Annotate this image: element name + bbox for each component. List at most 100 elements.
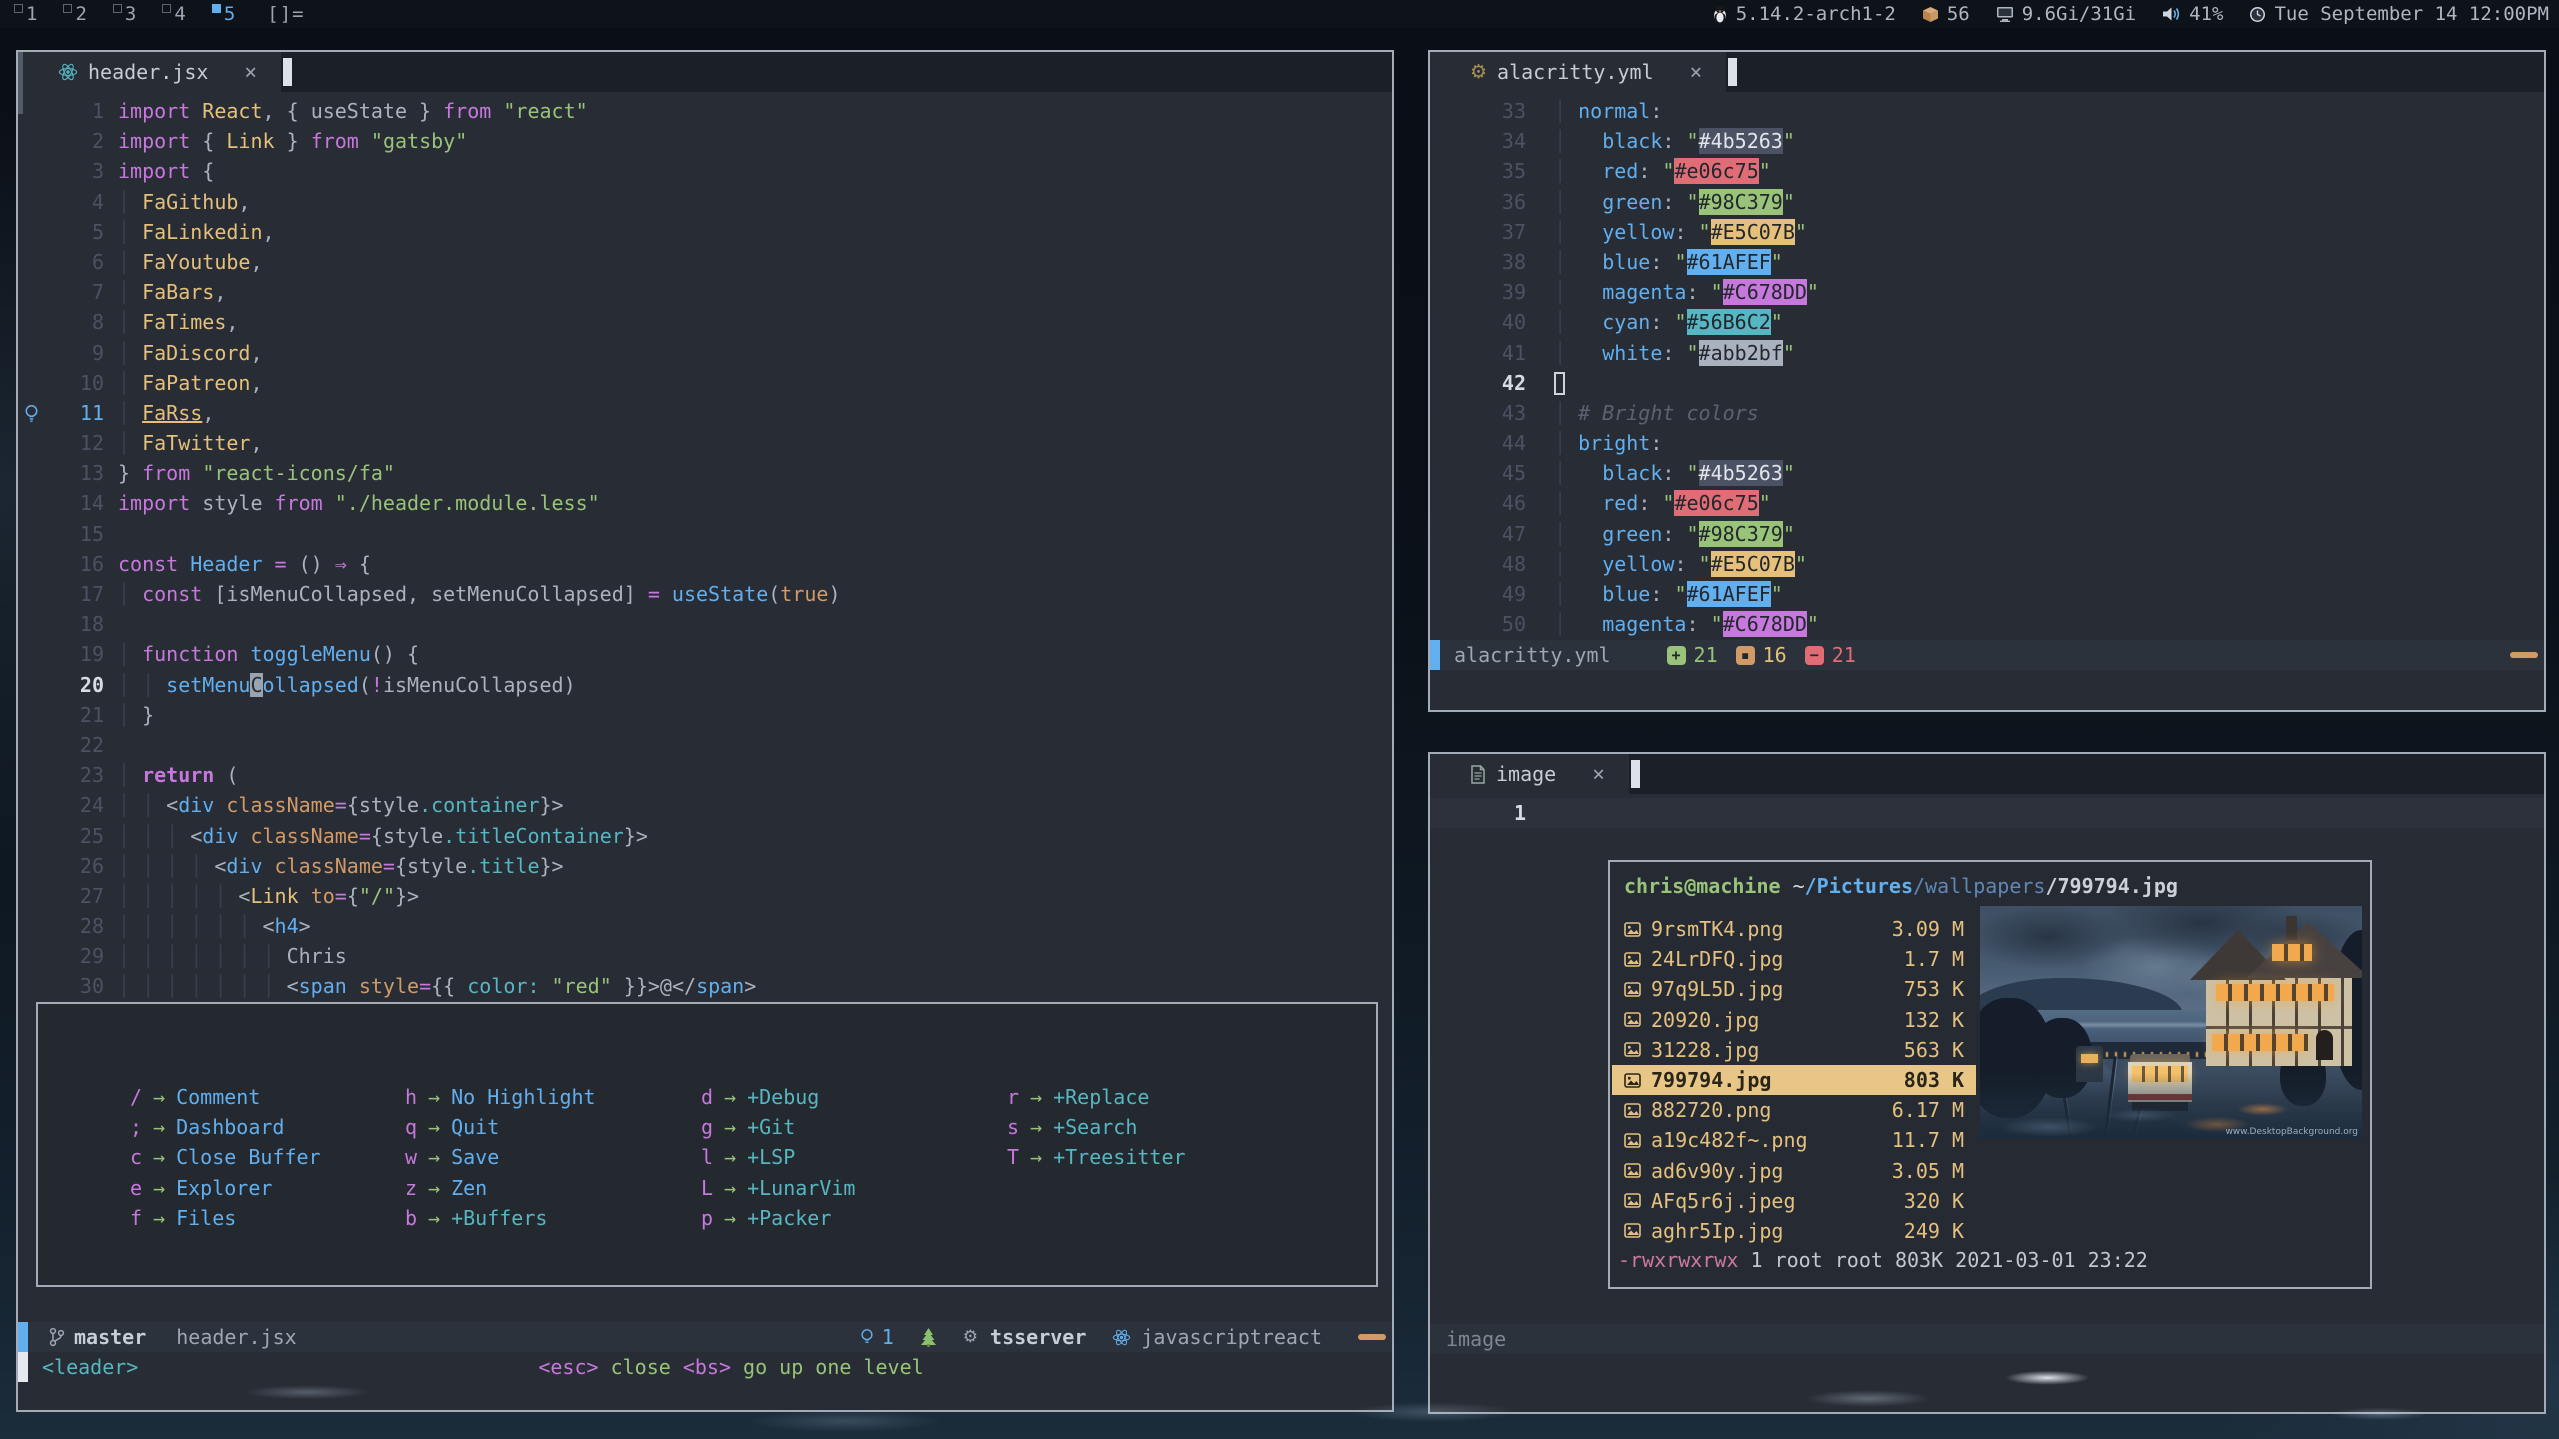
file-row[interactable]: ad6v90y.jpg 3.05 M — [1612, 1156, 1976, 1186]
code-line: 21 │ } — [18, 700, 1392, 730]
react-filetype-icon — [1112, 1328, 1131, 1347]
layout-indicator[interactable]: []= — [267, 3, 304, 25]
code-line: 11 │ FaRss, — [18, 398, 1392, 428]
arrow-icon: → — [713, 1115, 747, 1139]
code-text: │ yellow: "#E5C07B" — [1554, 549, 2544, 579]
which-key-binding[interactable]: g→+Git — [701, 1112, 855, 1142]
which-key-binding[interactable]: l→+LSP — [701, 1142, 855, 1172]
code-line: 38 │ blue: "#61AFEF" — [1430, 247, 2544, 277]
file-name: 31228.jpg — [1651, 1038, 1759, 1062]
memory-status: 9.6Gi/31Gi — [1996, 3, 2136, 25]
command-line[interactable]: <leader> <esc> close <bs> go up one leve… — [18, 1352, 1392, 1382]
file-row[interactable]: 97q9L5D.jpg 753 K — [1612, 974, 1976, 1004]
key-label: h — [405, 1085, 417, 1109]
tab-alacritty-yml[interactable]: ⚙ alacritty.yml × — [1430, 52, 1726, 92]
which-key-binding[interactable]: b→+Buffers — [405, 1203, 596, 1233]
workspace-button[interactable]: 4 — [162, 3, 187, 25]
key-label: w — [405, 1145, 417, 1169]
key-label: T — [1007, 1145, 1019, 1169]
package-icon — [1922, 6, 1939, 23]
line-number: 43 — [1430, 398, 1526, 428]
code-line: 28 │ │ │ │ │ │ <h4> — [18, 911, 1392, 941]
tab-header-jsx[interactable]: header.jsx × — [18, 52, 281, 92]
which-key-binding[interactable]: h→No Highlight — [405, 1082, 596, 1112]
file-row[interactable]: 799794.jpg 803 K — [1612, 1065, 1976, 1095]
close-icon[interactable]: × — [244, 60, 257, 84]
filetype-label: javascriptreact — [1141, 1325, 1322, 1349]
editor-window-alacritty: ⚙ alacritty.yml × 33 │ normal: 34 — [1428, 50, 2546, 712]
key-label: e — [130, 1176, 142, 1200]
code-buffer[interactable]: 33 │ normal: 34 │ black: "#4b5263" 35 │ … — [1430, 92, 2544, 639]
key-label: d — [701, 1085, 713, 1109]
key-label: g — [701, 1115, 713, 1139]
scroll-progress-indicator — [2510, 652, 2538, 658]
line-number: 48 — [1430, 549, 1526, 579]
git-branch-name[interactable]: master — [74, 1325, 146, 1349]
which-key-binding[interactable]: z→Zen — [405, 1173, 596, 1203]
diagnostic-hint-icon[interactable] — [860, 1328, 874, 1347]
lightbulb-icon[interactable] — [24, 404, 39, 424]
file-row[interactable]: aghr5Ip.jpg 249 K — [1612, 1216, 1976, 1246]
code-line: 50 │ magenta: "#C678DD" — [1430, 609, 2544, 639]
line-number: 45 — [1430, 458, 1526, 488]
package-count: 56 — [1947, 3, 1970, 25]
file-row[interactable]: AFq5r6j.jpeg 320 K — [1612, 1186, 1976, 1216]
code-line: 43 │ # Bright colors — [1430, 398, 2544, 428]
image-file-icon — [1624, 1012, 1641, 1027]
line-number: 49 — [1430, 579, 1526, 609]
file-row[interactable]: 882720.png 6.17 M — [1612, 1095, 1976, 1125]
workspace-button[interactable]: 5 — [212, 3, 237, 25]
which-key-binding[interactable]: w→Save — [405, 1142, 596, 1172]
which-key-binding[interactable]: d→+Debug — [701, 1082, 855, 1112]
close-icon[interactable]: × — [1592, 762, 1605, 786]
empty-buffer[interactable]: 1 — [1430, 794, 2544, 828]
workspace-button[interactable]: 3 — [113, 3, 138, 25]
code-buffer[interactable]: 1 import React, { useState } from "react… — [18, 92, 1392, 1002]
statusline-filename: image — [1446, 1327, 1506, 1351]
which-key-binding[interactable]: ;→Dashboard — [130, 1112, 321, 1142]
code-line: 10 │ FaPatreon, — [18, 368, 1392, 398]
file-row[interactable]: 20920.jpg 132 K — [1612, 1005, 1976, 1035]
code-line: 39 │ magenta: "#C678DD" — [1430, 277, 2544, 307]
code-text: │ red: "#e06c75" — [1554, 156, 2544, 186]
tabline: image × — [1430, 754, 2544, 794]
which-key-binding[interactable]: q→Quit — [405, 1112, 596, 1142]
git-changed-count: 16 — [1763, 643, 1787, 667]
which-key-binding[interactable]: e→Explorer — [130, 1173, 321, 1203]
git-added-icon: + — [1667, 646, 1686, 665]
file-row[interactable]: 31228.jpg 563 K — [1612, 1035, 1976, 1065]
file-size: 11.7 M — [1892, 1128, 1964, 1152]
which-key-binding[interactable]: p→+Packer — [701, 1203, 855, 1233]
which-key-binding[interactable]: r→+Replace — [1007, 1082, 1186, 1112]
tab-image[interactable]: image × — [1430, 754, 1629, 794]
which-key-binding[interactable]: /→Comment — [130, 1082, 321, 1112]
code-line: 27 │ │ │ │ │ <Link to={"/"}> — [18, 881, 1392, 911]
code-line: 3 import { — [18, 156, 1392, 186]
line-number: 33 — [1430, 96, 1526, 126]
code-line: 36 │ green: "#98C379" — [1430, 187, 2544, 217]
code-line: 22 — [18, 730, 1392, 760]
which-key-binding[interactable]: c→Close Buffer — [130, 1142, 321, 1172]
file-size: 1.7 M — [1904, 947, 1964, 971]
binding-label: Save — [451, 1145, 499, 1169]
volume-level: 41% — [2189, 3, 2223, 25]
close-icon[interactable]: × — [1690, 60, 1703, 84]
code-line: 2 import { Link } from "gatsby" — [18, 126, 1392, 156]
which-key-binding[interactable]: T→+Treesitter — [1007, 1142, 1186, 1172]
file-row[interactable]: 24LrDFQ.jpg 1.7 M — [1612, 944, 1976, 974]
arrow-icon: → — [142, 1206, 176, 1230]
file-row[interactable]: a19c482f~.png 11.7 M — [1612, 1125, 1976, 1155]
which-key-binding[interactable]: s→+Search — [1007, 1112, 1186, 1142]
workspace-button[interactable]: 2 — [63, 3, 88, 25]
code-text: │ bright: — [1554, 428, 2544, 458]
image-file-icon — [1624, 1223, 1641, 1238]
file-row[interactable]: 9rsmTK4.png 3.09 M — [1612, 914, 1976, 944]
file-size: 803 K — [1904, 1068, 1964, 1092]
file-size: 132 K — [1904, 1008, 1964, 1032]
code-line: 40 │ cyan: "#56B6C2" — [1430, 307, 2544, 337]
which-key-binding[interactable]: f→Files — [130, 1203, 321, 1233]
image-file-icon — [1624, 1103, 1641, 1118]
which-key-column-2: h→No Highlightq→Quitw→Savez→Zenb→+Buffer… — [405, 1082, 596, 1233]
which-key-binding[interactable]: L→+LunarVim — [701, 1173, 855, 1203]
workspace-button[interactable]: 1 — [14, 3, 39, 25]
